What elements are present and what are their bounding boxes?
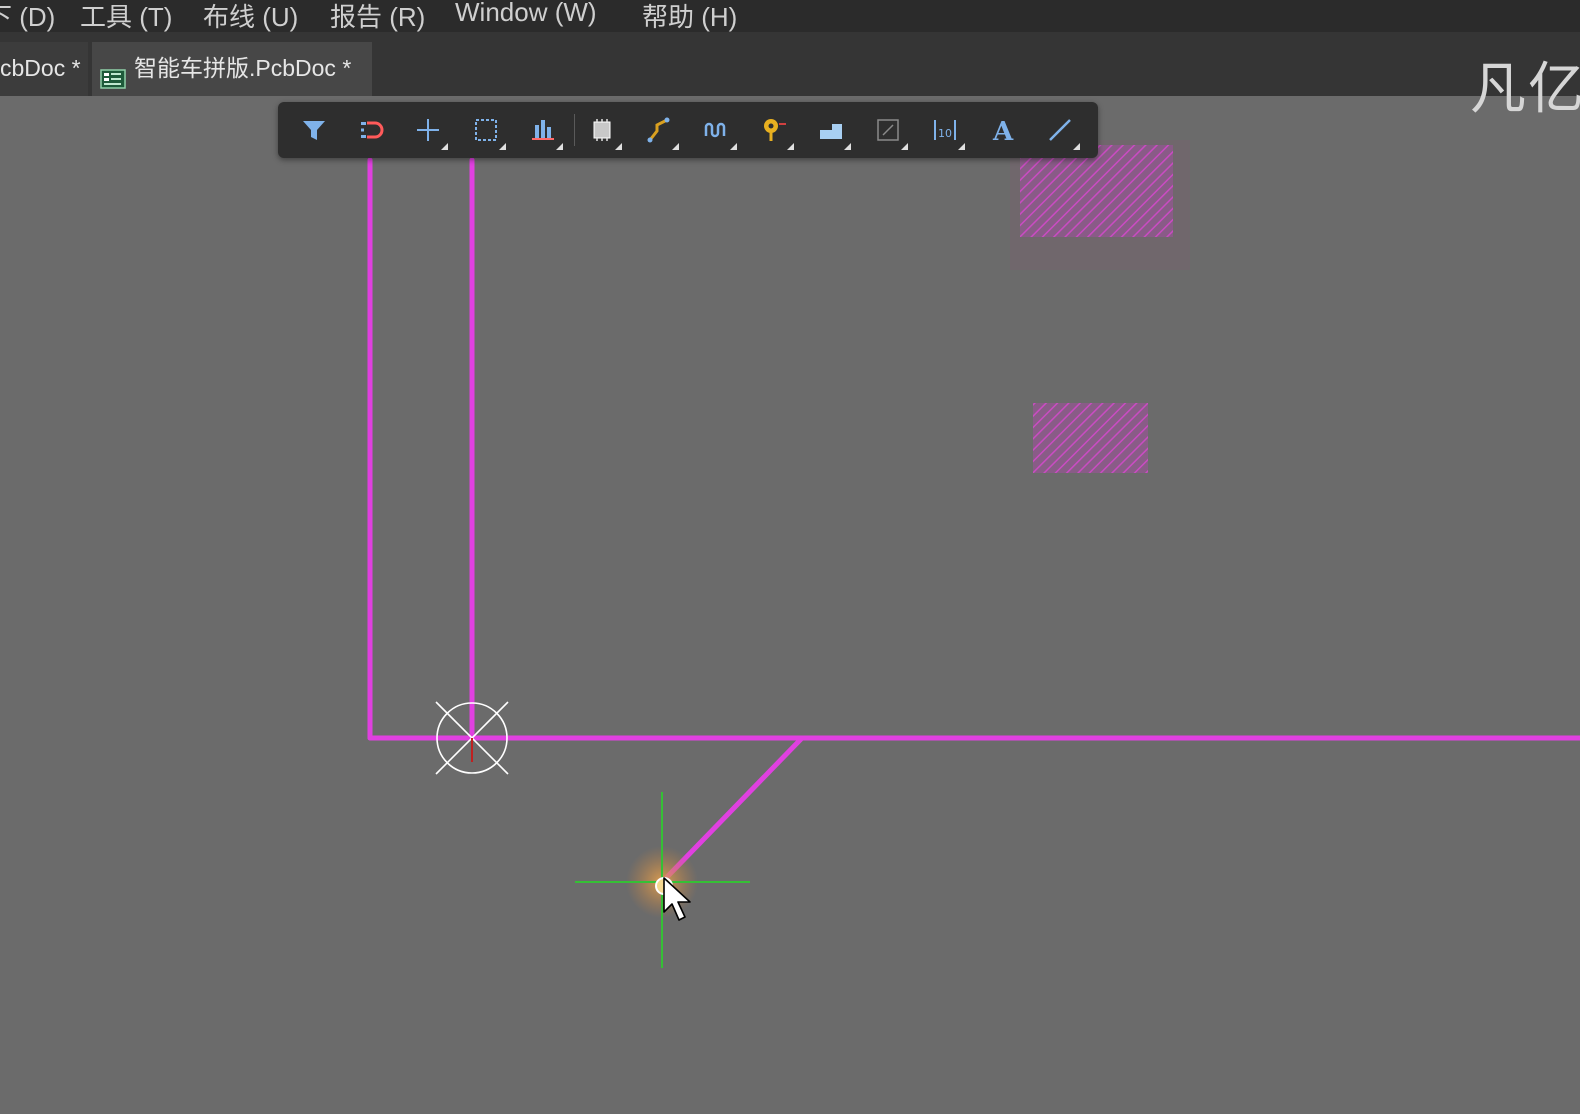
smd-pad[interactable] bbox=[1033, 403, 1148, 473]
keepout-icon bbox=[877, 119, 899, 141]
menu-bar: 下 (D) 工具 (T) 布线 (U) 报告 (R) Window (W) 帮助… bbox=[0, 0, 1580, 32]
menu-item-route[interactable]: 布线 (U) bbox=[203, 0, 298, 34]
dropdown-corner-icon bbox=[499, 143, 506, 150]
polygon-fill-icon bbox=[820, 124, 842, 139]
menu-item-design[interactable]: 下 (D) bbox=[0, 0, 55, 34]
pcb-document-icon bbox=[100, 56, 126, 89]
dimension-icon: 10 bbox=[934, 120, 956, 140]
tab-active-document[interactable]: 智能车拼版.PcbDoc * bbox=[92, 42, 372, 96]
component-icon bbox=[593, 119, 611, 141]
dropdown-corner-icon bbox=[556, 143, 563, 150]
select-rectangle-button[interactable] bbox=[466, 110, 506, 150]
smd-pad[interactable] bbox=[1020, 145, 1173, 237]
component-button[interactable] bbox=[582, 110, 622, 150]
text-string-icon: A bbox=[992, 117, 1014, 144]
dropdown-corner-icon bbox=[672, 143, 679, 150]
dropdown-corner-icon bbox=[441, 143, 448, 150]
svg-text:10: 10 bbox=[938, 127, 952, 140]
tab-label: 智能车拼版.PcbDoc * bbox=[134, 55, 352, 81]
pcb-canvas[interactable] bbox=[0, 96, 1580, 1114]
via-pin-button[interactable] bbox=[754, 110, 794, 150]
tab-label: cbDoc * bbox=[0, 55, 81, 81]
menu-item-help[interactable]: 帮助 (H) bbox=[642, 0, 737, 34]
dropdown-corner-icon bbox=[730, 143, 737, 150]
keepout-button[interactable] bbox=[868, 110, 908, 150]
via-pin-icon bbox=[764, 119, 786, 141]
polygon-fill-button[interactable] bbox=[811, 110, 851, 150]
select-rectangle-icon bbox=[475, 119, 497, 141]
menu-item-tools[interactable]: 工具 (T) bbox=[80, 0, 172, 34]
dropdown-corner-icon bbox=[844, 143, 851, 150]
crosshair-icon bbox=[417, 119, 439, 141]
line-icon bbox=[1049, 119, 1071, 141]
menu-item-reports[interactable]: 报告 (R) bbox=[330, 0, 425, 34]
dropdown-corner-icon bbox=[901, 143, 908, 150]
text-string-button[interactable]: A bbox=[983, 110, 1023, 150]
tab-previous-document[interactable]: cbDoc * bbox=[0, 42, 88, 96]
route-track-icon bbox=[647, 117, 670, 143]
filter-button[interactable] bbox=[294, 110, 334, 150]
align-icon bbox=[532, 120, 554, 140]
pcb-tracks[interactable] bbox=[367, 157, 1580, 881]
dropdown-corner-icon bbox=[787, 143, 794, 150]
menu-item-window[interactable]: Window (W) bbox=[455, 0, 597, 28]
length-tuning-icon bbox=[704, 122, 726, 138]
align-button[interactable] bbox=[523, 110, 563, 150]
filter-icon bbox=[303, 121, 325, 140]
dimension-button[interactable]: 10 bbox=[925, 110, 965, 150]
crosshair-button[interactable] bbox=[408, 110, 448, 150]
document-tab-bar: cbDoc * 智能车拼版.PcbDoc * 凡亿 bbox=[0, 32, 1580, 122]
route-track-button[interactable] bbox=[639, 110, 679, 150]
line-button[interactable] bbox=[1040, 110, 1080, 150]
dropdown-corner-icon bbox=[1073, 143, 1080, 150]
snap-magnet-button[interactable] bbox=[351, 110, 391, 150]
dropdown-corner-icon bbox=[958, 143, 965, 150]
length-tuning-button[interactable] bbox=[697, 110, 737, 150]
dropdown-corner-icon bbox=[615, 143, 622, 150]
svg-text:A: A bbox=[992, 117, 1014, 144]
snap-magnet-icon bbox=[361, 121, 384, 139]
active-bar-toolbar: 10 A bbox=[278, 102, 1098, 158]
toolbar-separator bbox=[574, 114, 575, 146]
